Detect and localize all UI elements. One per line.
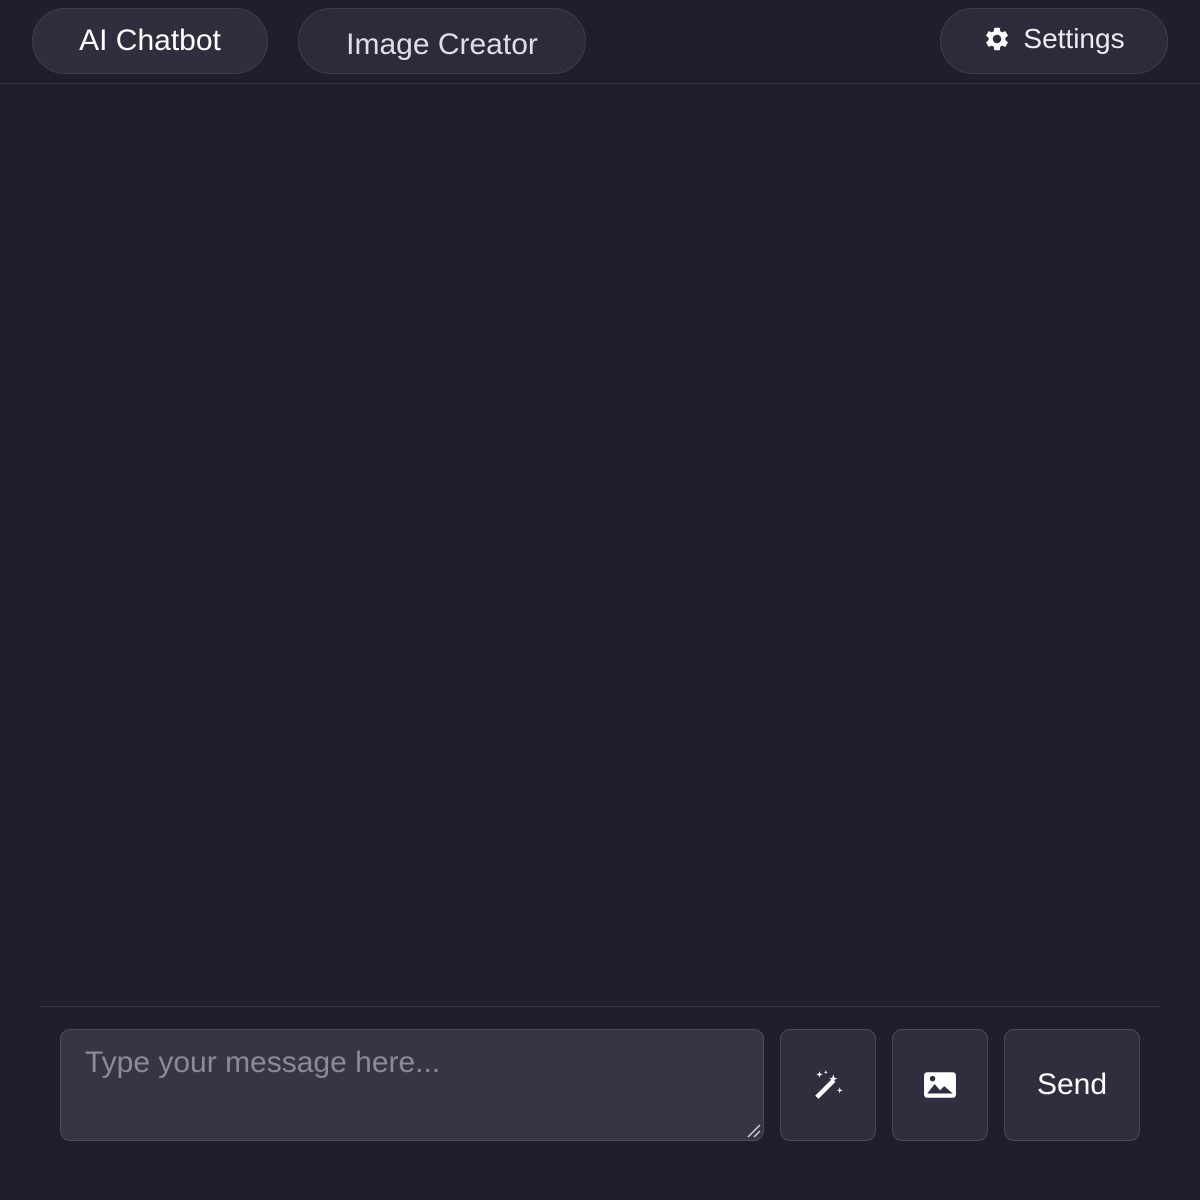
message-composer: Send: [40, 1006, 1160, 1166]
gear-icon: [983, 25, 1011, 53]
chat-messages-area: [0, 85, 1200, 1006]
top-nav: AI Chatbot Image Creator Settings: [0, 0, 1200, 84]
settings-button[interactable]: Settings: [940, 8, 1168, 74]
tab-image-creator[interactable]: Image Creator: [298, 8, 586, 74]
tab-image-creator-label: Image Creator: [346, 28, 538, 61]
magic-enhance-button[interactable]: [780, 1029, 876, 1141]
image-icon: [924, 1072, 956, 1098]
send-button[interactable]: Send: [1004, 1029, 1140, 1141]
image-upload-button[interactable]: [892, 1029, 988, 1141]
magic-wand-icon: [815, 1070, 843, 1099]
settings-label: Settings: [1023, 23, 1125, 54]
tab-ai-chatbot[interactable]: AI Chatbot: [32, 8, 268, 74]
send-label: Send: [1036, 1068, 1108, 1101]
tab-ai-chatbot-label: AI Chatbot: [79, 24, 221, 57]
message-input[interactable]: [60, 1029, 764, 1141]
resize-handle-icon[interactable]: [745, 1122, 761, 1138]
app-root: AI Chatbot Image Creator Settings Type y…: [0, 0, 1200, 1200]
